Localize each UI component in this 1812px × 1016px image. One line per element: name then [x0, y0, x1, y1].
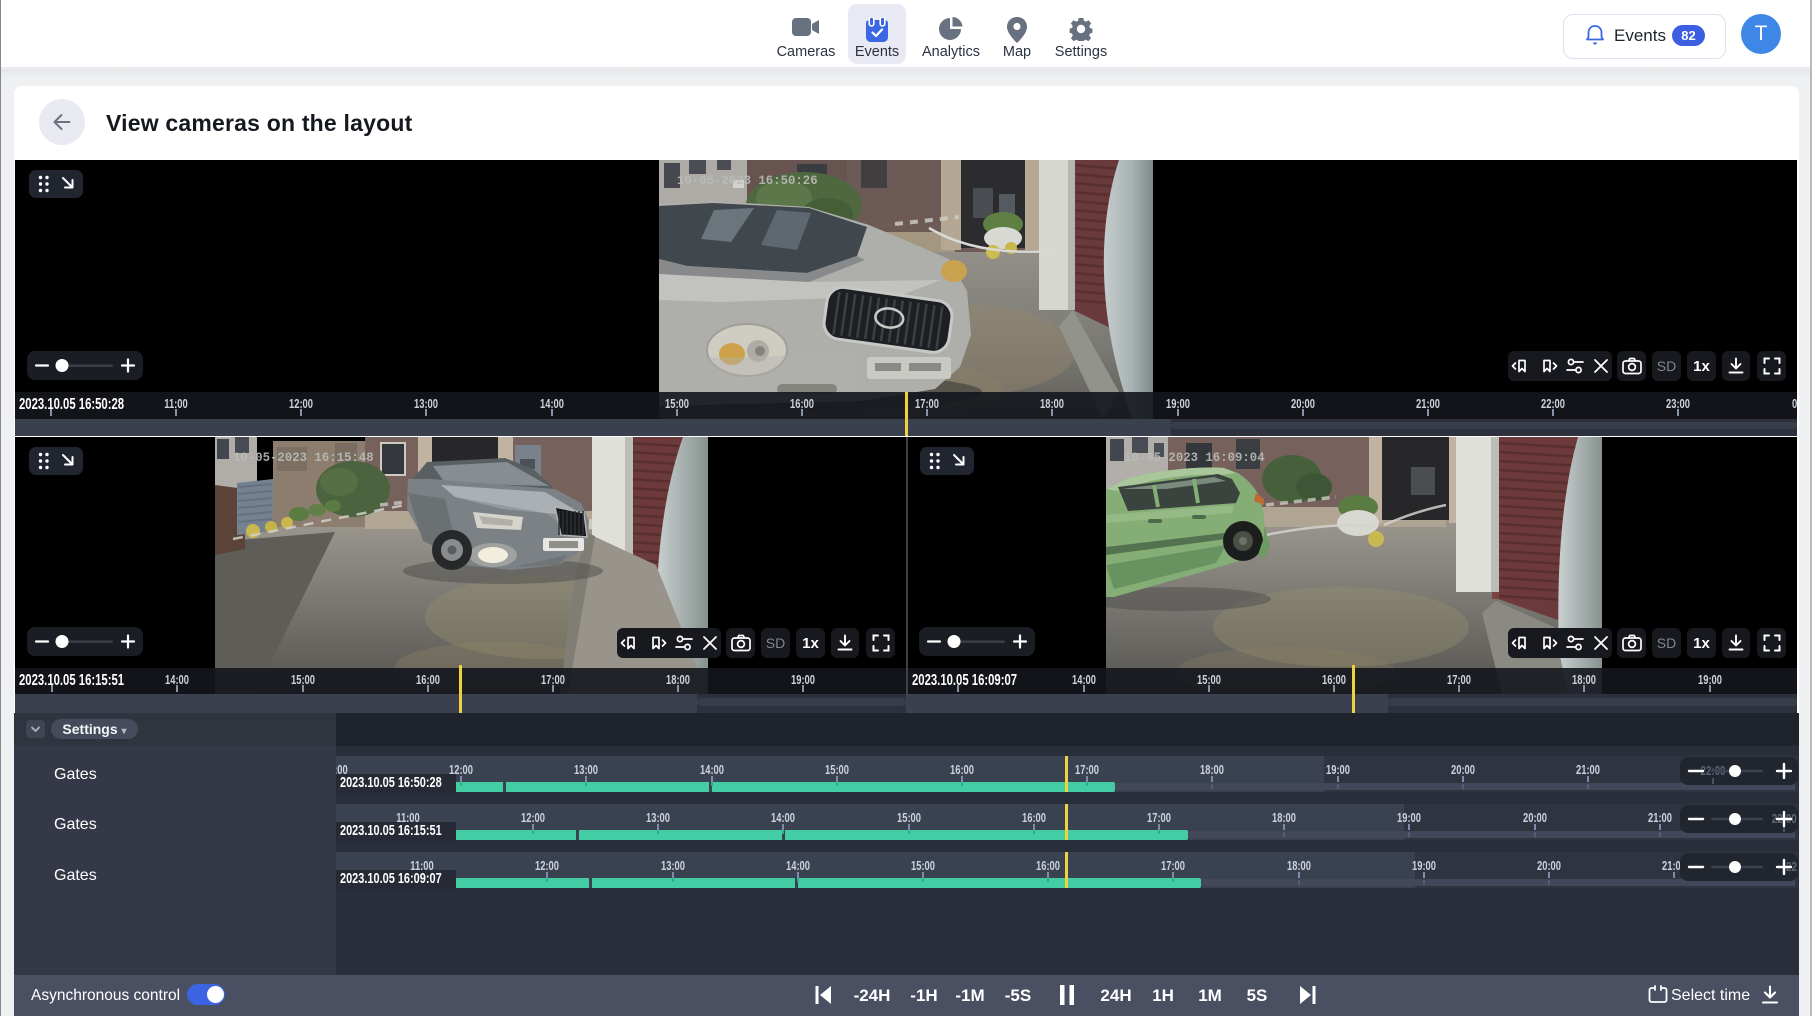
- svg-text:10-05-2023 16:50:26: 10-05-2023 16:50:26: [677, 173, 818, 188]
- svg-text:10-05-2023 16:09:04: 10-05-2023 16:09:04: [1124, 450, 1265, 465]
- svg-text:10-05-2023 16:15:48: 10-05-2023 16:15:48: [233, 450, 374, 465]
